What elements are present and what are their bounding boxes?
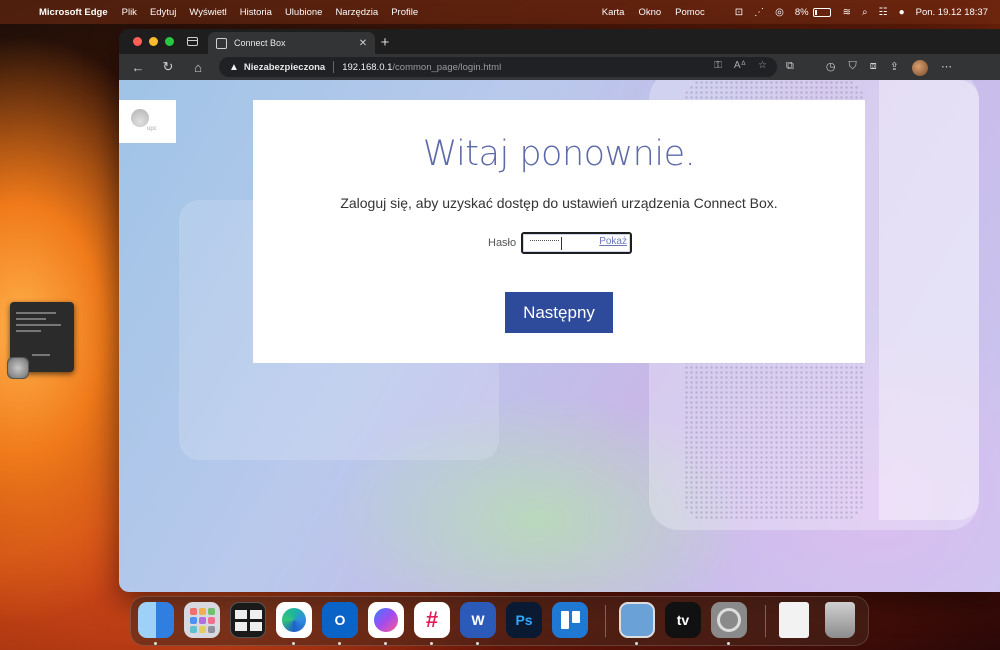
upc-logo[interactable]: upc — [119, 100, 176, 143]
dock: O # W Ps tv — [130, 596, 869, 646]
browser-toolbar: ← ↻ ⌂ ▲ Niezabezpieczona 192.168.0.1 /co… — [119, 54, 1000, 80]
text-caret — [561, 237, 562, 250]
launchpad-icon[interactable] — [184, 602, 220, 638]
address-bar[interactable]: ▲ Niezabezpieczona 192.168.0.1 /common_p… — [219, 57, 777, 77]
outlook-icon[interactable]: O — [322, 602, 358, 638]
page-favicon-icon — [216, 37, 227, 49]
collections-icon[interactable]: ⧈ — [870, 60, 877, 76]
security-label[interactable]: Niezabezpieczona — [244, 62, 325, 73]
new-tab-button[interactable]: + — [377, 34, 393, 51]
tab-bar: Connect Box ✕ + — [119, 29, 1000, 54]
share-icon[interactable]: ⇪ — [890, 60, 899, 76]
system-settings-icon[interactable] — [711, 602, 747, 638]
welcome-heading: Witaj ponownie. — [422, 134, 696, 174]
window-controls — [133, 37, 174, 46]
wifi-icon[interactable]: ≋ — [843, 7, 851, 18]
battery-percent: 8% — [794, 6, 809, 18]
word-icon[interactable]: W — [460, 602, 496, 638]
refresh-icon[interactable]: ↻ — [153, 59, 183, 75]
next-button[interactable]: Następny — [505, 292, 613, 333]
edge-icon[interactable] — [276, 602, 312, 638]
mission-control-icon[interactable] — [230, 602, 266, 638]
menu-window[interactable]: Okno — [638, 7, 661, 18]
menu-history[interactable]: Historia — [240, 7, 272, 18]
menu-bar: Microsoft Edge Plik Edytuj Wyświetl Hist… — [0, 0, 1000, 24]
warning-icon[interactable]: ▲ — [229, 62, 239, 73]
browser-window: Connect Box ✕ + ← ↻ ⌂ ▲ Niezabezpieczona… — [119, 29, 1000, 592]
search-icon[interactable]: ⌕ — [862, 7, 868, 18]
password-field[interactable]: ··············· Pokaż — [521, 232, 632, 254]
show-password-link[interactable]: Pokaż — [599, 236, 627, 247]
add-favorite-icon[interactable]: ☆ — [758, 60, 767, 71]
key-icon[interactable]: ⚿ — [714, 60, 722, 71]
menu-tools[interactable]: Narzędzia — [335, 7, 378, 18]
read-aloud-icon[interactable]: Aᐞ — [734, 60, 746, 71]
tab-title: Connect Box — [234, 38, 286, 48]
minimize-window-button[interactable] — [149, 37, 158, 46]
back-icon[interactable]: ← — [123, 60, 153, 75]
security-shield-icon[interactable]: ⛉ — [848, 60, 856, 76]
preview-icon[interactable] — [619, 602, 655, 638]
menu-file[interactable]: Plik — [122, 7, 137, 18]
password-value: ··············· — [529, 235, 560, 245]
logo-text: upc — [147, 126, 157, 132]
menu-view[interactable]: Wyświetl — [189, 7, 226, 18]
trello-icon[interactable] — [552, 602, 588, 638]
menu-help[interactable]: Pomoc — [675, 7, 705, 18]
close-window-button[interactable] — [133, 37, 142, 46]
messenger-icon[interactable] — [368, 602, 404, 638]
login-page: upc Witaj ponownie. Zaloguj się, aby uzy… — [119, 80, 1000, 592]
login-subtitle: Zaloguj się, aby uzyskać dostęp do ustaw… — [340, 195, 778, 211]
menu-profiles[interactable]: Profile — [391, 7, 418, 18]
menu-edit[interactable]: Edytuj — [150, 7, 176, 18]
history-icon[interactable]: ◷ — [826, 60, 836, 76]
document-icon[interactable] — [779, 602, 809, 638]
trash-icon[interactable] — [825, 602, 855, 638]
siri-icon[interactable]: ● — [899, 7, 905, 18]
zoom-window-button[interactable] — [165, 37, 174, 46]
slack-icon[interactable]: # — [414, 602, 450, 638]
more-options-icon[interactable]: ⋯ — [941, 60, 952, 76]
tab-connect-box[interactable]: Connect Box ✕ — [208, 32, 375, 54]
font-status-icon[interactable]: ⊡ — [735, 7, 743, 18]
extensions-icon[interactable]: ⧉ — [786, 60, 794, 76]
login-card: Witaj ponownie. Zaloguj się, aby uzyskać… — [253, 100, 865, 363]
finder-icon[interactable] — [138, 602, 174, 638]
dots-status-icon[interactable]: ⋰ — [754, 7, 764, 18]
battery-icon[interactable] — [812, 7, 831, 17]
close-tab-icon[interactable]: ✕ — [355, 38, 371, 49]
upc-logo-icon — [131, 109, 149, 127]
background-router-side — [879, 80, 979, 520]
airdrop-icon[interactable]: ◎ — [775, 7, 784, 18]
clock[interactable]: Pon. 19.12 18:37 — [916, 7, 988, 18]
tab-actions-icon[interactable] — [187, 37, 198, 46]
url-host: 192.168.0.1 — [342, 61, 393, 73]
url-path: /common_page/login.html — [392, 61, 502, 73]
app-name-menu[interactable]: Microsoft Edge — [39, 7, 108, 18]
apple-tv-icon[interactable]: tv — [665, 602, 701, 638]
home-icon[interactable]: ⌂ — [183, 60, 213, 75]
system-settings-thumb-icon[interactable] — [7, 357, 29, 379]
control-center-icon[interactable]: ☷ — [879, 7, 888, 18]
photoshop-icon[interactable]: Ps — [506, 602, 542, 638]
profile-avatar[interactable] — [911, 60, 928, 76]
password-label: Hasło — [488, 237, 517, 249]
menu-favorites[interactable]: Ulubione — [285, 7, 323, 18]
menu-tab[interactable]: Karta — [602, 7, 625, 18]
